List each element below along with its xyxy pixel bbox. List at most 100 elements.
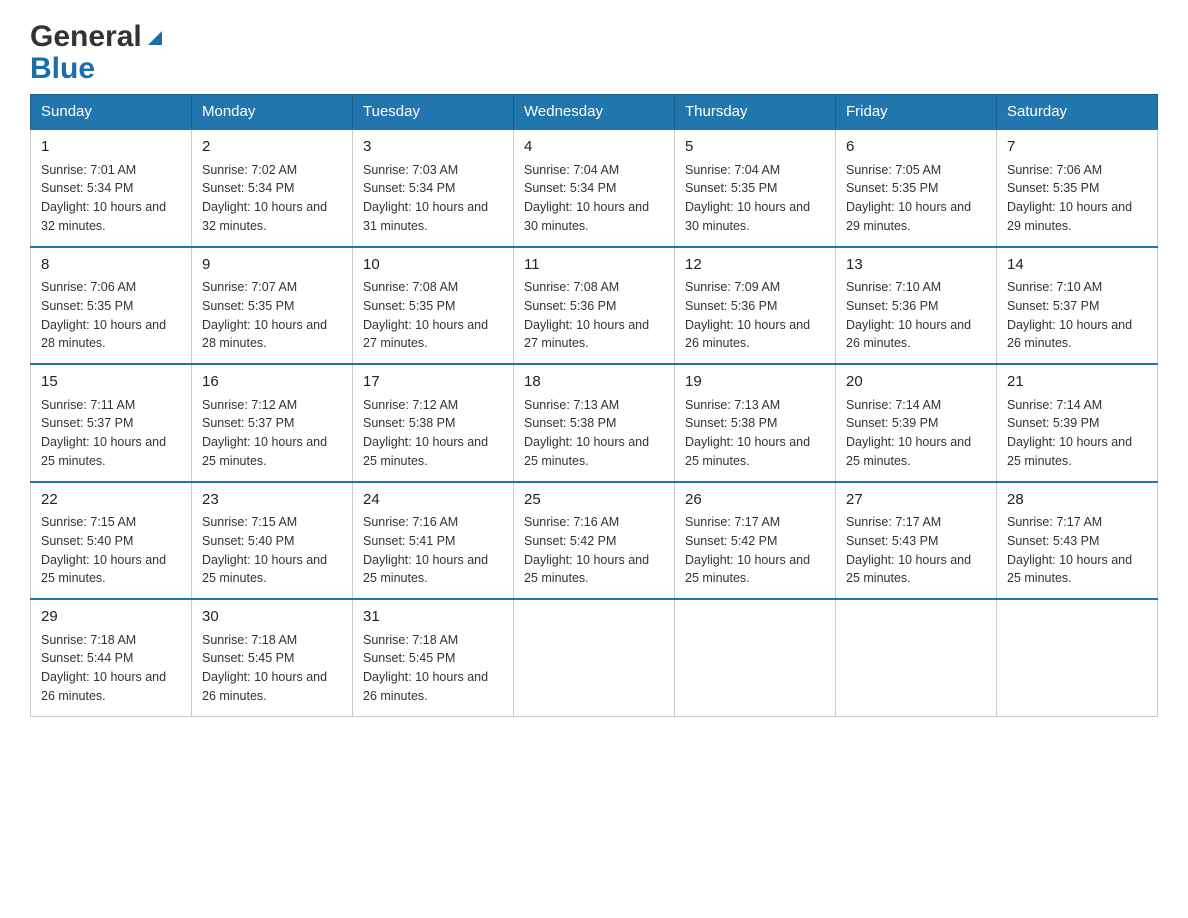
day-number: 22 bbox=[41, 489, 181, 512]
calendar-day-cell: 18 Sunrise: 7:13 AMSunset: 5:38 PMDayligh… bbox=[514, 364, 675, 482]
day-info: Sunrise: 7:13 AMSunset: 5:38 PMDaylight:… bbox=[685, 398, 810, 468]
day-info: Sunrise: 7:06 AMSunset: 5:35 PMDaylight:… bbox=[1007, 163, 1132, 233]
day-info: Sunrise: 7:01 AMSunset: 5:34 PMDaylight:… bbox=[41, 163, 166, 233]
day-number: 27 bbox=[846, 489, 986, 512]
calendar-empty-cell bbox=[514, 599, 675, 716]
day-number: 15 bbox=[41, 371, 181, 394]
day-number: 28 bbox=[1007, 489, 1147, 512]
day-number: 19 bbox=[685, 371, 825, 394]
calendar-day-cell: 28 Sunrise: 7:17 AMSunset: 5:43 PMDayligh… bbox=[997, 482, 1158, 600]
day-info: Sunrise: 7:05 AMSunset: 5:35 PMDaylight:… bbox=[846, 163, 971, 233]
day-info: Sunrise: 7:12 AMSunset: 5:37 PMDaylight:… bbox=[202, 398, 327, 468]
calendar-day-cell: 22 Sunrise: 7:15 AMSunset: 5:40 PMDayligh… bbox=[31, 482, 192, 600]
calendar-day-cell: 8 Sunrise: 7:06 AMSunset: 5:35 PMDaylight… bbox=[31, 247, 192, 365]
day-number: 24 bbox=[363, 489, 503, 512]
day-info: Sunrise: 7:04 AMSunset: 5:34 PMDaylight:… bbox=[524, 163, 649, 233]
calendar-day-cell: 23 Sunrise: 7:15 AMSunset: 5:40 PMDayligh… bbox=[192, 482, 353, 600]
calendar-week-row: 15 Sunrise: 7:11 AMSunset: 5:37 PMDayligh… bbox=[31, 364, 1158, 482]
logo-general-text: General bbox=[30, 20, 142, 54]
day-number: 18 bbox=[524, 371, 664, 394]
calendar-day-cell: 14 Sunrise: 7:10 AMSunset: 5:37 PMDayligh… bbox=[997, 247, 1158, 365]
day-info: Sunrise: 7:11 AMSunset: 5:37 PMDaylight:… bbox=[41, 398, 166, 468]
day-info: Sunrise: 7:18 AMSunset: 5:45 PMDaylight:… bbox=[363, 633, 488, 703]
day-number: 9 bbox=[202, 254, 342, 277]
calendar-day-cell: 7 Sunrise: 7:06 AMSunset: 5:35 PMDaylight… bbox=[997, 129, 1158, 247]
calendar-week-row: 8 Sunrise: 7:06 AMSunset: 5:35 PMDaylight… bbox=[31, 247, 1158, 365]
day-info: Sunrise: 7:04 AMSunset: 5:35 PMDaylight:… bbox=[685, 163, 810, 233]
day-info: Sunrise: 7:16 AMSunset: 5:42 PMDaylight:… bbox=[524, 515, 649, 585]
calendar-day-cell: 20 Sunrise: 7:14 AMSunset: 5:39 PMDayligh… bbox=[836, 364, 997, 482]
day-info: Sunrise: 7:18 AMSunset: 5:44 PMDaylight:… bbox=[41, 633, 166, 703]
calendar-day-cell: 11 Sunrise: 7:08 AMSunset: 5:36 PMDayligh… bbox=[514, 247, 675, 365]
day-number: 30 bbox=[202, 606, 342, 629]
weekday-header-sunday: Sunday bbox=[31, 95, 192, 130]
calendar-table: SundayMondayTuesdayWednesdayThursdayFrid… bbox=[30, 94, 1158, 717]
calendar-day-cell: 10 Sunrise: 7:08 AMSunset: 5:35 PMDayligh… bbox=[353, 247, 514, 365]
day-info: Sunrise: 7:17 AMSunset: 5:43 PMDaylight:… bbox=[1007, 515, 1132, 585]
calendar-day-cell: 16 Sunrise: 7:12 AMSunset: 5:37 PMDayligh… bbox=[192, 364, 353, 482]
day-number: 5 bbox=[685, 136, 825, 159]
calendar-day-cell: 24 Sunrise: 7:16 AMSunset: 5:41 PMDayligh… bbox=[353, 482, 514, 600]
calendar-day-cell: 25 Sunrise: 7:16 AMSunset: 5:42 PMDayligh… bbox=[514, 482, 675, 600]
day-number: 3 bbox=[363, 136, 503, 159]
calendar-day-cell: 3 Sunrise: 7:03 AMSunset: 5:34 PMDaylight… bbox=[353, 129, 514, 247]
day-number: 25 bbox=[524, 489, 664, 512]
weekday-header-saturday: Saturday bbox=[997, 95, 1158, 130]
calendar-day-cell: 31Sunrise: 7:18 AMSunset: 5:45 PMDayligh… bbox=[353, 599, 514, 716]
calendar-day-cell: 17Sunrise: 7:12 AMSunset: 5:38 PMDayligh… bbox=[353, 364, 514, 482]
day-info: Sunrise: 7:17 AMSunset: 5:42 PMDaylight:… bbox=[685, 515, 810, 585]
calendar-week-row: 1Sunrise: 7:01 AMSunset: 5:34 PMDaylight… bbox=[31, 129, 1158, 247]
calendar-day-cell: 5 Sunrise: 7:04 AMSunset: 5:35 PMDaylight… bbox=[675, 129, 836, 247]
day-number: 10 bbox=[363, 254, 503, 277]
day-number: 8 bbox=[41, 254, 181, 277]
calendar-day-cell: 13Sunrise: 7:10 AMSunset: 5:36 PMDayligh… bbox=[836, 247, 997, 365]
day-info: Sunrise: 7:13 AMSunset: 5:38 PMDaylight:… bbox=[524, 398, 649, 468]
calendar-day-cell: 2Sunrise: 7:02 AMSunset: 5:34 PMDaylight… bbox=[192, 129, 353, 247]
day-number: 17 bbox=[363, 371, 503, 394]
day-number: 20 bbox=[846, 371, 986, 394]
day-info: Sunrise: 7:06 AMSunset: 5:35 PMDaylight:… bbox=[41, 280, 166, 350]
calendar-day-cell: 30 Sunrise: 7:18 AMSunset: 5:45 PMDayligh… bbox=[192, 599, 353, 716]
day-number: 16 bbox=[202, 371, 342, 394]
day-info: Sunrise: 7:15 AMSunset: 5:40 PMDaylight:… bbox=[41, 515, 166, 585]
weekday-header-wednesday: Wednesday bbox=[514, 95, 675, 130]
day-number: 4 bbox=[524, 136, 664, 159]
day-number: 6 bbox=[846, 136, 986, 159]
day-info: Sunrise: 7:08 AMSunset: 5:35 PMDaylight:… bbox=[363, 280, 488, 350]
calendar-day-cell: 19 Sunrise: 7:13 AMSunset: 5:38 PMDayligh… bbox=[675, 364, 836, 482]
day-number: 23 bbox=[202, 489, 342, 512]
day-info: Sunrise: 7:16 AMSunset: 5:41 PMDaylight:… bbox=[363, 515, 488, 585]
day-info: Sunrise: 7:14 AMSunset: 5:39 PMDaylight:… bbox=[846, 398, 971, 468]
weekday-header-monday: Monday bbox=[192, 95, 353, 130]
day-info: Sunrise: 7:17 AMSunset: 5:43 PMDaylight:… bbox=[846, 515, 971, 585]
day-number: 7 bbox=[1007, 136, 1147, 159]
calendar-day-cell: 4 Sunrise: 7:04 AMSunset: 5:34 PMDaylight… bbox=[514, 129, 675, 247]
day-number: 11 bbox=[524, 254, 664, 277]
day-number: 26 bbox=[685, 489, 825, 512]
calendar-empty-cell bbox=[836, 599, 997, 716]
day-info: Sunrise: 7:03 AMSunset: 5:34 PMDaylight:… bbox=[363, 163, 488, 233]
day-info: Sunrise: 7:08 AMSunset: 5:36 PMDaylight:… bbox=[524, 280, 649, 350]
day-info: Sunrise: 7:02 AMSunset: 5:34 PMDaylight:… bbox=[202, 163, 327, 233]
calendar-day-cell: 12Sunrise: 7:09 AMSunset: 5:36 PMDayligh… bbox=[675, 247, 836, 365]
calendar-header-row: SundayMondayTuesdayWednesdayThursdayFrid… bbox=[31, 95, 1158, 130]
day-number: 13 bbox=[846, 254, 986, 277]
logo: General Blue bbox=[30, 20, 166, 84]
day-info: Sunrise: 7:07 AMSunset: 5:35 PMDaylight:… bbox=[202, 280, 327, 350]
logo-triangle-icon bbox=[144, 27, 166, 49]
calendar-day-cell: 15 Sunrise: 7:11 AMSunset: 5:37 PMDayligh… bbox=[31, 364, 192, 482]
weekday-header-thursday: Thursday bbox=[675, 95, 836, 130]
calendar-day-cell: 6 Sunrise: 7:05 AMSunset: 5:35 PMDaylight… bbox=[836, 129, 997, 247]
day-info: Sunrise: 7:14 AMSunset: 5:39 PMDaylight:… bbox=[1007, 398, 1132, 468]
calendar-day-cell: 21 Sunrise: 7:14 AMSunset: 5:39 PMDayligh… bbox=[997, 364, 1158, 482]
calendar-empty-cell bbox=[997, 599, 1158, 716]
day-number: 14 bbox=[1007, 254, 1147, 277]
day-number: 21 bbox=[1007, 371, 1147, 394]
day-info: Sunrise: 7:10 AMSunset: 5:37 PMDaylight:… bbox=[1007, 280, 1132, 350]
weekday-header-tuesday: Tuesday bbox=[353, 95, 514, 130]
day-info: Sunrise: 7:15 AMSunset: 5:40 PMDaylight:… bbox=[202, 515, 327, 585]
page-header: General Blue bbox=[30, 20, 1158, 84]
day-number: 12 bbox=[685, 254, 825, 277]
day-info: Sunrise: 7:18 AMSunset: 5:45 PMDaylight:… bbox=[202, 633, 327, 703]
calendar-week-row: 29Sunrise: 7:18 AMSunset: 5:44 PMDayligh… bbox=[31, 599, 1158, 716]
